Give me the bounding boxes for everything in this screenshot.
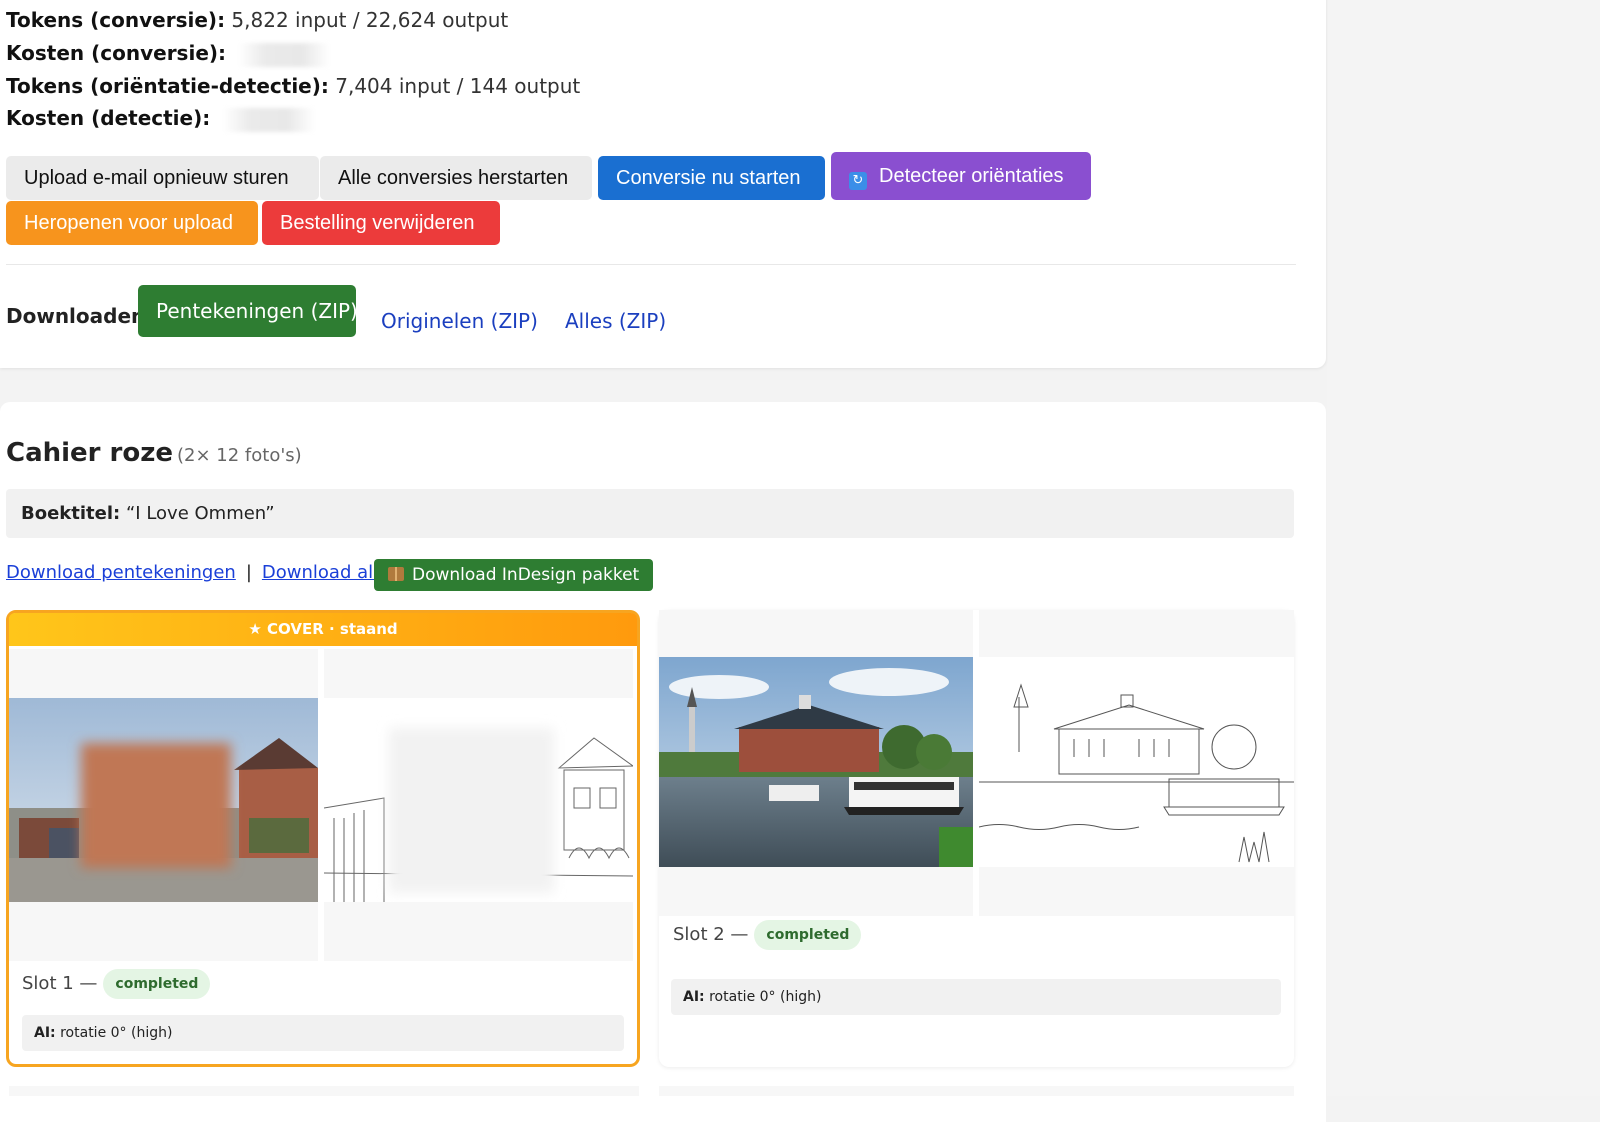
original-photo-cell[interactable]	[659, 610, 973, 916]
cost-conversion: Kosten (conversie):	[6, 41, 331, 67]
tokens-conversion-value: 5,822 input / 22,624 output	[231, 8, 509, 32]
cost-conversion-label: Kosten (conversie):	[6, 41, 227, 65]
reopen-upload-button[interactable]: Heropenen voor upload	[6, 201, 258, 245]
download-indesign-label: Download InDesign pakket	[412, 565, 640, 585]
separator: |	[245, 562, 252, 583]
section-links: Download pentekeningen|Download alles|	[6, 562, 425, 583]
status-badge: completed	[754, 920, 862, 950]
right-pane	[1327, 0, 1600, 1096]
book-title-value: “I Love Ommen”	[125, 503, 275, 524]
downloads-label: Downloaden:	[6, 304, 154, 328]
ai-label: AI:	[683, 989, 705, 1005]
tokens-conversion: Tokens (conversie): 5,822 input / 22,624…	[6, 8, 508, 32]
tokens-detection-value: 7,404 input / 144 output	[335, 74, 581, 98]
drawing-photo-cell[interactable]	[979, 610, 1294, 916]
restart-conversions-button[interactable]: Alle conversies herstarten	[320, 156, 592, 200]
slot-card-2: Slot 2 — completed AI: rotatie 0° (high)	[659, 610, 1294, 1067]
divider	[6, 264, 1296, 265]
section-title-text: Cahier roze	[6, 438, 174, 468]
detect-orientations-button[interactable]: ↻ Detecteer oriëntaties	[831, 152, 1091, 200]
cost-detection-label: Kosten (detectie):	[6, 106, 211, 130]
tokens-detection-label: Tokens (oriëntatie-detectie):	[6, 74, 329, 98]
next-slot-row	[659, 1086, 1294, 1096]
original-photo-cell[interactable]	[9, 649, 318, 961]
original-photo	[9, 698, 318, 902]
slot-label: Slot 2 — completed	[673, 920, 862, 950]
pen-drawing	[324, 698, 633, 902]
section-subtitle: (2× 12 foto's)	[177, 445, 302, 466]
download-drawings-zip-button[interactable]: Pentekeningen (ZIP)	[138, 285, 358, 337]
book-title-label: Boektitel:	[21, 503, 121, 524]
cost-conversion-redacted	[238, 42, 331, 67]
slot-number: Slot 2 —	[673, 924, 749, 945]
download-drawings-link[interactable]: Download pentekeningen	[6, 562, 236, 583]
download-all-zip-link[interactable]: Alles (ZIP)	[565, 309, 666, 333]
ai-value: rotatie 0° (high)	[60, 1025, 173, 1041]
section-title: Cahier roze (2× 12 foto's)	[6, 438, 302, 468]
original-photo	[659, 657, 973, 867]
detect-orientations-label: Detecteer oriëntaties	[879, 165, 1064, 187]
slot-card-1: ★ COVER · staand Slot 1 — completed AI: …	[6, 610, 640, 1067]
package-icon	[388, 567, 404, 581]
cost-detection: Kosten (detectie):	[6, 106, 315, 132]
next-slot-row	[9, 1086, 639, 1096]
pen-drawing	[979, 657, 1294, 867]
tokens-conversion-label: Tokens (conversie):	[6, 8, 226, 32]
cost-detection-redacted	[222, 107, 315, 132]
book-title-box: Boektitel: “I Love Ommen”	[6, 489, 1294, 538]
download-indesign-button[interactable]: Download InDesign pakket	[374, 559, 654, 591]
ai-orientation-box: AI: rotatie 0° (high)	[22, 1015, 624, 1051]
ai-orientation-box: AI: rotatie 0° (high)	[671, 979, 1281, 1015]
delete-order-button[interactable]: Bestelling verwijderen	[262, 201, 500, 245]
start-conversion-button[interactable]: Conversie nu starten	[598, 156, 825, 200]
resend-upload-email-button[interactable]: Upload e-mail opnieuw sturen	[6, 156, 319, 200]
status-badge: completed	[103, 969, 211, 999]
download-originals-zip-link[interactable]: Originelen (ZIP)	[381, 309, 538, 333]
drawing-photo-cell[interactable]	[324, 649, 633, 961]
slot-number: Slot 1 —	[22, 973, 98, 994]
cover-banner: ★ COVER · staand	[9, 613, 637, 646]
slot-label: Slot 1 — completed	[22, 969, 211, 999]
tokens-detection: Tokens (oriëntatie-detectie): 7,404 inpu…	[6, 74, 580, 98]
refresh-icon: ↻	[849, 172, 867, 190]
ai-label: AI:	[34, 1025, 56, 1041]
ai-value: rotatie 0° (high)	[709, 989, 822, 1005]
